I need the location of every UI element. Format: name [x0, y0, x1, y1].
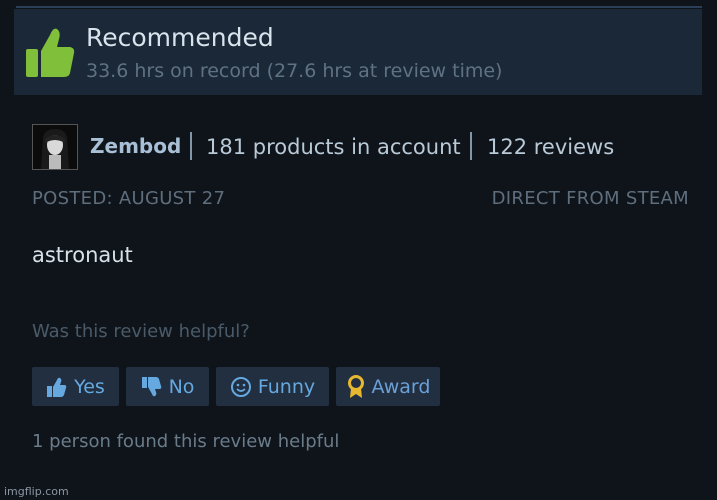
vote-yes-button[interactable]: Yes: [32, 367, 119, 406]
separator: [190, 132, 192, 160]
award-label: Award: [371, 375, 431, 398]
watermark: imgflip.com: [4, 485, 69, 498]
smiley-icon: [230, 376, 251, 397]
author-name-link[interactable]: Zembod: [90, 134, 181, 158]
thumbs-up-icon: [26, 28, 75, 78]
recommendation-title: Recommended: [86, 23, 274, 52]
award-ribbon-icon: [347, 374, 364, 398]
vote-no-button[interactable]: No: [126, 367, 209, 406]
thumbs-up-icon: [47, 377, 67, 397]
reviews-count-link[interactable]: 122 reviews: [487, 135, 614, 159]
top-divider: [16, 6, 702, 8]
avatar[interactable]: [32, 124, 78, 170]
vote-yes-label: Yes: [74, 375, 105, 398]
vote-no-label: No: [168, 375, 195, 398]
helpful-count-text: 1 person found this review helpful: [32, 431, 340, 452]
hours-on-record: 33.6 hrs on record (27.6 hrs at review t…: [86, 60, 503, 82]
helpful-question: Was this review helpful?: [32, 321, 250, 342]
review-source: DIRECT FROM STEAM: [491, 188, 689, 209]
separator: [470, 132, 472, 160]
vote-funny-button[interactable]: Funny: [216, 367, 329, 406]
vote-funny-label: Funny: [257, 375, 316, 398]
recommendation-header: Recommended 33.6 hrs on record (27.6 hrs…: [14, 9, 702, 95]
posted-date: POSTED: AUGUST 27: [32, 188, 226, 209]
thumbs-down-icon: [141, 376, 161, 396]
review-body: astronaut: [32, 243, 133, 267]
products-count-link[interactable]: 181 products in account: [206, 135, 461, 159]
award-button[interactable]: Award: [336, 367, 440, 406]
author-info: Zembod 181 products in account 122 revie…: [32, 124, 702, 172]
